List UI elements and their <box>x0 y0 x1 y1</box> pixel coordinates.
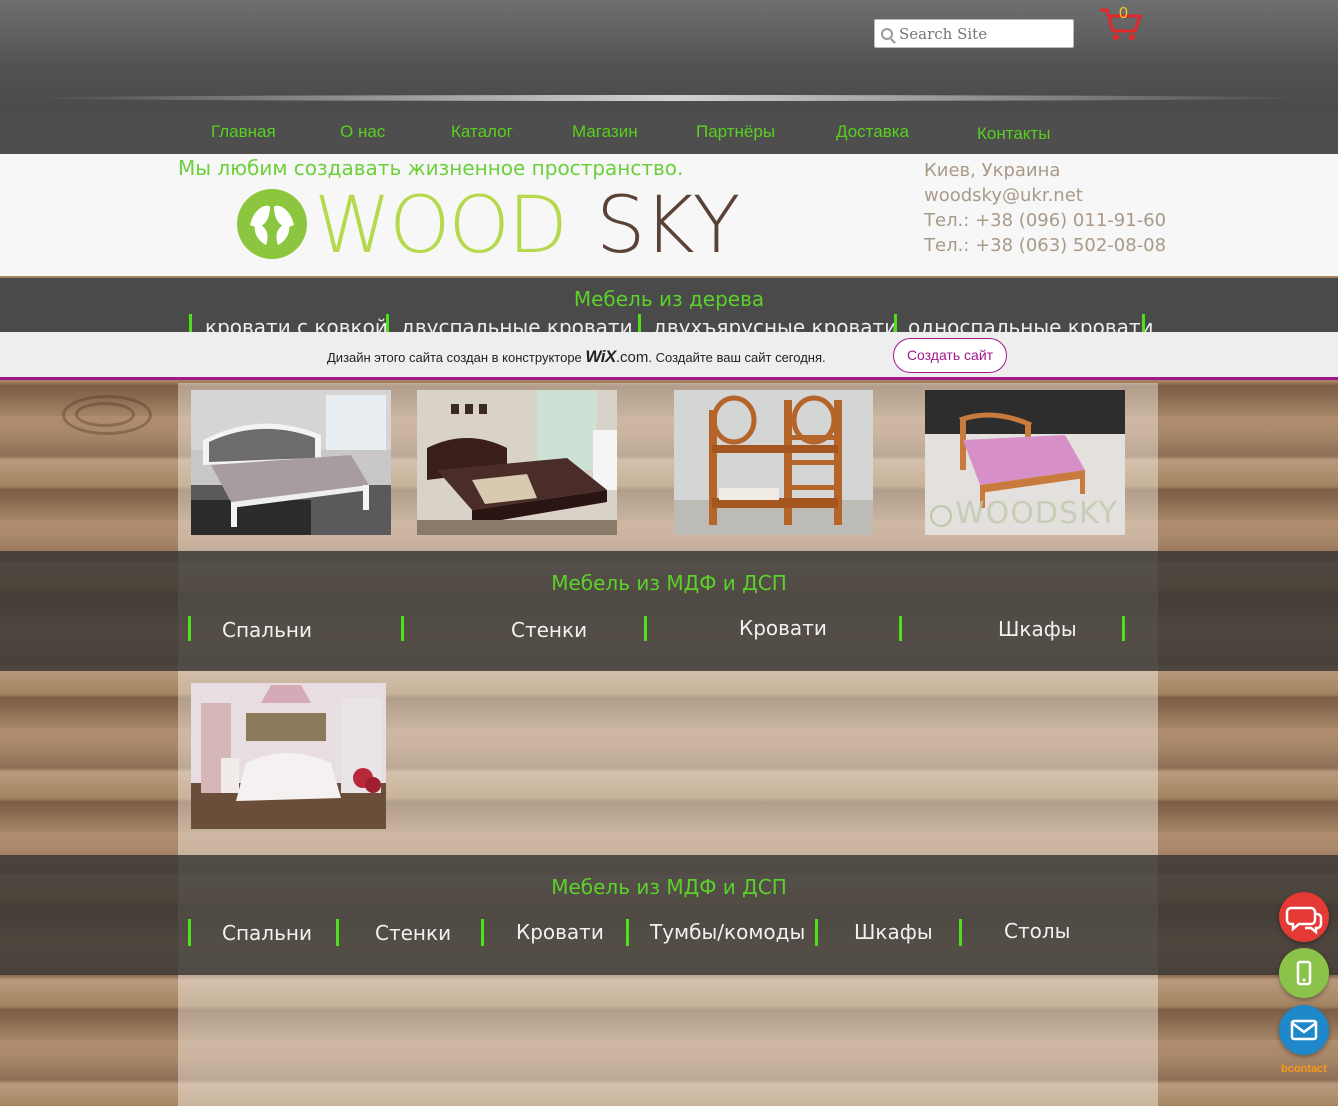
divider <box>188 919 191 946</box>
product-image-dark-bed[interactable] <box>417 390 617 535</box>
nav-home[interactable]: Главная <box>211 122 276 142</box>
contact-phone-1[interactable]: Тел.: +38 (096) 011-91-60 <box>924 208 1166 233</box>
nav-partners[interactable]: Партнёры <box>696 122 775 142</box>
divider <box>638 314 641 332</box>
mdf2-beds[interactable]: Кровати <box>516 920 604 944</box>
mdf1-walls[interactable]: Стенки <box>511 618 587 642</box>
woodsky-logo[interactable]: WOOD SKY <box>236 181 776 271</box>
divider <box>188 616 191 641</box>
slogan: Мы любим создавать жизненное пространств… <box>178 156 684 180</box>
divider <box>626 919 629 946</box>
top-header: 0 <box>0 0 1338 112</box>
contact-phone-2[interactable]: Тел.: +38 (063) 502-08-08 <box>924 233 1166 258</box>
wix-banner: Дизайн этого сайта создан в конструкторе… <box>0 332 1338 380</box>
wood-section-title: Мебель из дерева <box>573 287 765 311</box>
mail-icon <box>1290 1019 1318 1041</box>
nav-about[interactable]: О нас <box>340 122 385 142</box>
brand-strip: Мы любим создавать жизненное пространств… <box>0 154 1338 276</box>
bcontact-brand[interactable]: bcontact <box>1281 1063 1327 1075</box>
mdf-section-1-title: Мебель из МДФ и ДСП <box>551 571 787 595</box>
nav-contacts[interactable]: Контакты <box>977 124 1050 144</box>
cart-count: 0 <box>1119 5 1128 22</box>
divider <box>1142 314 1145 332</box>
phone-icon <box>1296 960 1312 986</box>
wix-logo[interactable]: WiX <box>585 347 616 366</box>
divider <box>959 919 962 946</box>
cart-button[interactable]: 0 <box>1098 5 1144 42</box>
image-watermark: WOODSKY <box>955 496 1118 531</box>
mdf1-wardrobes[interactable]: Шкафы <box>998 617 1077 641</box>
cat-single-beds[interactable]: односпальные кровати <box>908 315 1154 332</box>
header-shine <box>30 95 1308 101</box>
product-image-bunk-bed[interactable] <box>674 390 873 535</box>
cat-double-beds[interactable]: двуспальные кровати <box>401 315 633 332</box>
mdf2-nightstands[interactable]: Тумбы/комоды <box>650 920 805 944</box>
chat-icon <box>1285 906 1323 935</box>
chat-button[interactable] <box>1279 892 1329 942</box>
divider <box>386 314 389 332</box>
wood-furniture-band: Мебель из дерева кровати с ковкой двуспа… <box>0 278 1338 332</box>
contact-info: Киев, Украина woodsky@ukr.net Тел.: +38 … <box>924 158 1166 258</box>
contact-city: Киев, Украина <box>924 160 1061 181</box>
mdf-section-2-title: Мебель из МДФ и ДСП <box>551 875 787 899</box>
product-image-pink-bed[interactable]: WOODSKY <box>925 390 1125 535</box>
divider <box>336 919 339 946</box>
product-image-bedroom-set[interactable] <box>191 683 386 829</box>
mdf-band-1: Мебель из МДФ и ДСП Спальни Стенки Крова… <box>0 551 1338 671</box>
contact-email[interactable]: woodsky@ukr.net <box>924 183 1166 208</box>
leaf-logo-icon <box>237 189 307 259</box>
divider <box>644 616 647 641</box>
create-site-button[interactable]: Создать сайт <box>893 338 1007 373</box>
divider <box>481 919 484 946</box>
search-input[interactable] <box>899 24 1059 43</box>
main-nav: Главная О нас Каталог Магазин Партнёры Д… <box>0 112 1338 154</box>
search-icon <box>881 27 893 40</box>
divider <box>815 919 818 946</box>
mdf2-wardrobes[interactable]: Шкафы <box>854 920 933 944</box>
mdf2-bedrooms[interactable]: Спальни <box>222 921 312 945</box>
wix-domain: .com <box>615 349 649 366</box>
nav-delivery[interactable]: Доставка <box>836 122 909 142</box>
divider <box>894 314 897 332</box>
phone-button[interactable] <box>1279 948 1329 998</box>
mdf1-beds[interactable]: Кровати <box>739 616 827 640</box>
nav-catalog[interactable]: Каталог <box>451 122 513 142</box>
mdf1-bedrooms[interactable]: Спальни <box>222 618 312 642</box>
logo-text-wood: WOOD <box>314 181 568 271</box>
product-image-white-bed[interactable] <box>191 390 391 535</box>
mail-button[interactable] <box>1279 1005 1329 1055</box>
divider <box>189 314 192 332</box>
divider <box>1122 616 1125 641</box>
divider <box>401 616 404 641</box>
logo-text-sky: SKY <box>596 181 740 271</box>
cat-forged-beds[interactable]: кровати с ковкой <box>205 315 388 332</box>
wix-text-before: Дизайн этого сайта создан в конструкторе <box>327 350 582 365</box>
nav-shop[interactable]: Магазин <box>572 122 638 142</box>
divider <box>899 616 902 641</box>
mdf2-walls[interactable]: Стенки <box>375 921 451 945</box>
wix-banner-text: Дизайн этого сайта создан в конструкторе… <box>327 347 826 367</box>
search-box[interactable] <box>874 19 1074 48</box>
wix-text-after: . Создайте ваш сайт сегодня. <box>648 350 826 365</box>
cat-bunk-beds[interactable]: двухъярусные кровати <box>653 315 897 332</box>
mdf-band-2: Мебель из МДФ и ДСП Спальни Стенки Крова… <box>0 855 1338 975</box>
wood-knot <box>75 402 135 427</box>
mdf2-tables[interactable]: Столы <box>1004 919 1070 943</box>
